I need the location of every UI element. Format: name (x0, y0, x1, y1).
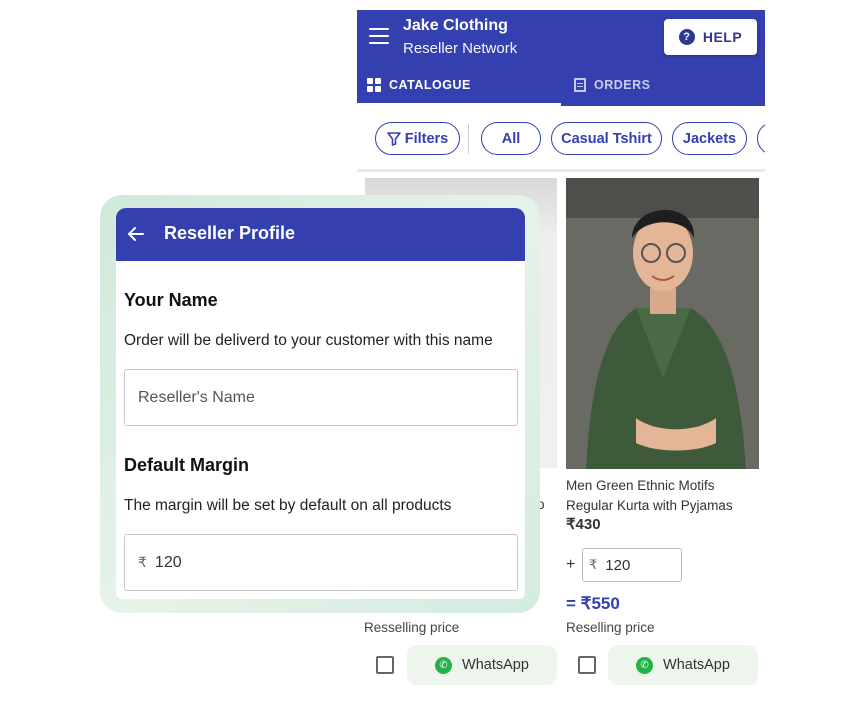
whatsapp-label: WhatsApp (462, 657, 529, 673)
whatsapp-label: WhatsApp (663, 657, 730, 673)
app-bar: Jake Clothing Reseller Network ? HELP CA… (357, 10, 765, 106)
product-image-kurta[interactable] (566, 178, 759, 469)
select-checkbox-left[interactable] (376, 656, 394, 674)
chip-jackets[interactable]: Jackets (672, 122, 747, 155)
plus-sign: + (566, 556, 576, 573)
chip-more[interactable] (757, 122, 765, 155)
default-margin-description: The margin will be set by default on all… (124, 497, 452, 514)
profile-header: Reseller Profile (116, 208, 525, 261)
default-margin-title: Default Margin (124, 455, 250, 475)
back-arrow-icon[interactable] (126, 224, 146, 244)
grid-icon (367, 78, 381, 92)
menu-icon[interactable] (369, 28, 389, 46)
reselling-price-label-left: Resselling price (364, 620, 460, 635)
help-button[interactable]: ? HELP (664, 19, 757, 55)
default-margin-value: 120 (154, 553, 182, 571)
default-margin-field[interactable]: ₹ 120 (124, 534, 518, 591)
help-icon: ? (678, 29, 695, 45)
reseller-name-field[interactable]: Reseller's Name (124, 369, 518, 426)
receipt-icon (574, 78, 586, 92)
your-name-title: Your Name (124, 290, 218, 310)
whatsapp-icon: ✆ (435, 656, 453, 674)
chip-all[interactable]: All (481, 122, 541, 155)
reseller-profile-card: Reseller Profile Your Name Order will be… (116, 208, 525, 599)
reselling-price-label-right: Reselling price (566, 620, 655, 635)
app-subtitle: Reseller Network (403, 40, 518, 57)
help-label: HELP (702, 29, 743, 45)
filter-icon (386, 131, 401, 146)
whatsapp-button-right[interactable]: ✆ WhatsApp (608, 645, 758, 685)
filters-button[interactable]: Filters (375, 122, 460, 155)
tab-catalogue-label: CATALOGUE (389, 78, 471, 92)
product-margin-input[interactable]: ₹ 120 (582, 548, 682, 582)
your-name-description: Order will be deliverd to your customer … (124, 332, 493, 349)
filters-label: Filters (404, 130, 449, 147)
whatsapp-icon: ✆ (636, 656, 654, 674)
product-price: ₹430 (566, 516, 601, 533)
product-margin-value: 120 (605, 556, 631, 574)
chip-divider (468, 124, 469, 154)
profile-title: Reseller Profile (164, 223, 296, 243)
product-name[interactable]: Men Green Ethnic Motifs Regular Kurta wi… (566, 476, 761, 516)
rupee-icon: ₹ (589, 557, 598, 572)
whatsapp-button-left[interactable]: ✆ WhatsApp (407, 645, 557, 685)
filter-chips-bar: Filters All Casual Tshirt Jackets (357, 106, 765, 172)
tab-catalogue[interactable]: CATALOGUE (367, 78, 471, 92)
reseller-name-placeholder: Reseller's Name (138, 388, 255, 406)
app-title: Jake Clothing (403, 17, 508, 34)
rupee-icon: ₹ (138, 554, 147, 570)
tab-orders-label: ORDERS (594, 78, 651, 92)
select-checkbox-right[interactable] (578, 656, 596, 674)
chip-casual-tshirt[interactable]: Casual Tshirt (551, 122, 662, 155)
kurta-model-illustration (566, 178, 759, 469)
reselling-price: = ₹550 (566, 594, 620, 613)
tab-orders[interactable]: ORDERS (574, 78, 650, 92)
